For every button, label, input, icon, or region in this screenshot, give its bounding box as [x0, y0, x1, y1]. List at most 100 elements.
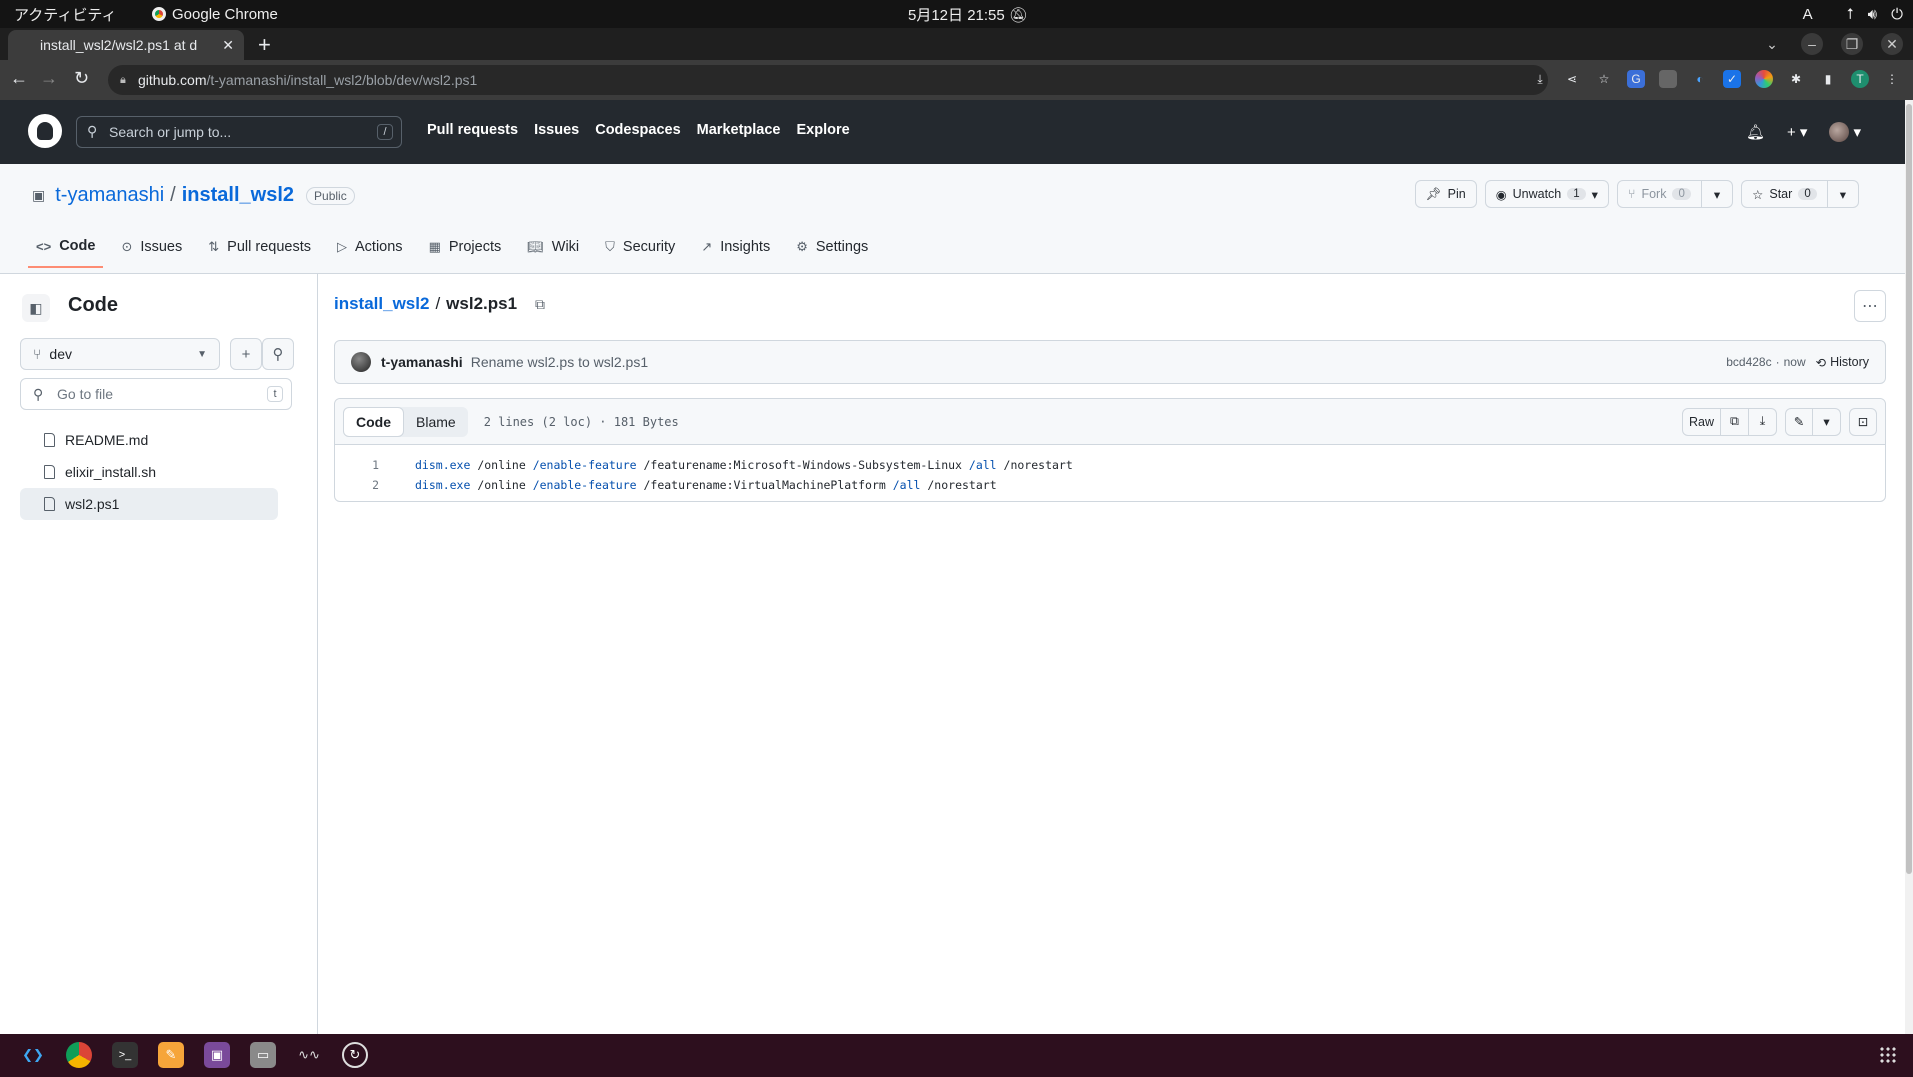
add-file-button[interactable]: +: [230, 338, 262, 370]
extensions-puzzle-icon[interactable]: ✱: [1787, 70, 1805, 88]
tab-label: Projects: [448, 239, 502, 255]
tab-actions[interactable]: ▷ Actions: [329, 234, 411, 268]
clock[interactable]: 5月12日 21:55 🔕︎: [908, 4, 1028, 25]
back-button[interactable]: ←: [10, 68, 28, 89]
tab-search-icon[interactable]: ⌄: [1761, 33, 1783, 55]
tab-security[interactable]: ⛉ Security: [597, 234, 683, 268]
screenshot-tool-icon[interactable]: ▣: [204, 1042, 230, 1068]
tab-insights[interactable]: ↗ Insights: [693, 234, 778, 268]
update-manager-icon[interactable]: ↻: [342, 1042, 368, 1068]
copy-raw-button[interactable]: ⧉: [1721, 407, 1749, 436]
avatar[interactable]: [351, 352, 371, 372]
activities-button[interactable]: アクティビティ: [14, 4, 116, 25]
browser-tab[interactable]: install_wsl2/wsl2.ps1 at d ✕: [8, 30, 244, 60]
system-tray[interactable]: A ⭡ 🔊︎ ⏻: [1803, 6, 1903, 23]
fork-dropdown-button[interactable]: ▾: [1701, 180, 1734, 208]
edit-dropdown-button[interactable]: ▾: [1813, 407, 1841, 436]
tab-settings[interactable]: ⚙ Settings: [788, 234, 876, 268]
extension-gray-icon[interactable]: [1659, 70, 1677, 88]
profile-avatar[interactable]: T: [1851, 70, 1869, 88]
more-options-button[interactable]: ⋯: [1854, 290, 1886, 322]
unwatch-button[interactable]: ◉ Unwatch 1 ▾: [1484, 180, 1609, 208]
search-input[interactable]: ⚲ Search or jump to... /: [76, 116, 402, 148]
files-icon[interactable]: ▭: [250, 1042, 276, 1068]
star-icon: ☆: [1752, 187, 1764, 202]
tab-wiki[interactable]: 📖︎ Wiki: [519, 234, 587, 268]
close-tab-icon[interactable]: ✕: [222, 37, 234, 54]
forward-button[interactable]: →: [40, 68, 58, 89]
vscode-icon[interactable]: ❮❯: [20, 1042, 46, 1068]
nav-explore[interactable]: Explore: [796, 122, 849, 138]
extension-color-icon[interactable]: [1755, 70, 1773, 88]
tree-item-readme[interactable]: README.md: [20, 424, 278, 456]
branch-selector[interactable]: ⑂ dev ▼: [20, 338, 220, 370]
chrome-icon[interactable]: [66, 1042, 92, 1068]
latest-commit-bar: t-yamanashi Rename wsl2.ps to wsl2.ps1 b…: [334, 340, 1886, 384]
commit-sha-link[interactable]: bcd428c: [1726, 355, 1771, 369]
terminal-icon[interactable]: >_: [112, 1042, 138, 1068]
go-to-file-input[interactable]: ⚲ Go to file t: [20, 378, 292, 410]
line-number[interactable]: 1: [335, 458, 379, 472]
extension-blue-icon[interactable]: ◐: [1691, 70, 1709, 88]
line-number[interactable]: 2: [335, 478, 379, 492]
new-tab-button[interactable]: +: [258, 32, 271, 58]
edit-file-button[interactable]: ✎: [1785, 407, 1813, 436]
blame-view-button[interactable]: Blame: [404, 407, 468, 437]
input-method-indicator[interactable]: A: [1803, 6, 1813, 23]
translate-extension-icon[interactable]: G: [1627, 70, 1645, 88]
tree-item-wsl2[interactable]: wsl2.ps1: [20, 488, 278, 520]
raw-button[interactable]: Raw: [1681, 407, 1721, 436]
close-window-button[interactable]: ✕: [1881, 33, 1903, 55]
app-menu[interactable]: Google Chrome: [152, 6, 278, 23]
extension-check-icon[interactable]: ✓: [1723, 70, 1741, 88]
share-icon[interactable]: ⋖: [1563, 70, 1581, 88]
search-files-button[interactable]: ⚲: [262, 338, 294, 370]
tab-label: Security: [622, 239, 676, 255]
copy-path-icon[interactable]: ⧉: [535, 296, 545, 313]
tab-pull-requests[interactable]: ⇅ Pull requests: [200, 234, 319, 268]
address-bar[interactable]: 🔒︎ github.com/t-yamanashi/install_wsl2/b…: [108, 65, 1548, 95]
symbols-panel-button[interactable]: ⊡: [1849, 407, 1877, 436]
restore-button[interactable]: ❐: [1841, 33, 1863, 55]
tab-issues[interactable]: ⊙ Issues: [113, 234, 190, 268]
tab-projects[interactable]: ▦ Projects: [421, 234, 510, 268]
unwatch-label: Unwatch: [1512, 187, 1562, 201]
lock-icon[interactable]: 🔒︎: [120, 74, 126, 87]
fork-button[interactable]: ⑂ Fork 0: [1616, 180, 1702, 208]
install-app-icon[interactable]: ⤓: [1531, 70, 1549, 88]
text-editor-icon[interactable]: ✎: [158, 1042, 184, 1068]
minimize-button[interactable]: –: [1801, 33, 1823, 55]
repo-tabs: <> Code ⊙ Issues ⇅ Pull requests ▷ Actions ▦…: [28, 234, 876, 268]
page-scrollbar[interactable]: [1905, 100, 1913, 1034]
pin-button[interactable]: 📌︎ Pin: [1414, 180, 1477, 208]
audio-editor-icon[interactable]: ∿∿: [296, 1042, 322, 1068]
show-apps-grid-icon[interactable]: [1879, 1046, 1897, 1064]
code-view-button[interactable]: Code: [343, 406, 404, 437]
tab-code[interactable]: <> Code: [28, 234, 104, 268]
side-panel-icon[interactable]: ▮: [1819, 70, 1837, 88]
nav-marketplace[interactable]: Marketplace: [697, 122, 781, 138]
collapse-sidebar-button[interactable]: ◧: [22, 294, 50, 322]
create-new-dropdown[interactable]: + ▾: [1787, 123, 1807, 141]
search-shortcut-key: /: [377, 124, 393, 140]
nav-issues[interactable]: Issues: [534, 122, 579, 138]
commit-message-link[interactable]: Rename wsl2.ps to wsl2.ps1: [471, 354, 648, 370]
nav-codespaces[interactable]: Codespaces: [595, 122, 680, 138]
history-button[interactable]: ⟲ History: [1816, 355, 1869, 370]
breadcrumb-repo-link[interactable]: install_wsl2: [334, 294, 429, 314]
nav-pull-requests[interactable]: Pull requests: [427, 122, 518, 138]
tree-item-elixir-install[interactable]: elixir_install.sh: [20, 456, 278, 488]
notifications-bell-icon[interactable]: 🔔︎: [1746, 123, 1765, 141]
star-button[interactable]: ☆ Star 0: [1741, 180, 1828, 208]
bookmark-star-icon[interactable]: ☆: [1595, 70, 1613, 88]
watch-count: 1: [1567, 188, 1586, 200]
download-raw-button[interactable]: ⤓: [1749, 407, 1777, 436]
star-dropdown-button[interactable]: ▾: [1827, 180, 1859, 208]
user-menu[interactable]: ▾: [1829, 122, 1861, 142]
github-logo-icon[interactable]: [28, 114, 62, 148]
repo-name-link[interactable]: install_wsl2: [182, 184, 294, 207]
reload-button[interactable]: ↻: [74, 68, 89, 89]
repo-owner-link[interactable]: t-yamanashi: [55, 184, 164, 207]
chrome-menu-icon[interactable]: ⋮: [1883, 70, 1901, 88]
commit-author-link[interactable]: t-yamanashi: [381, 354, 463, 370]
